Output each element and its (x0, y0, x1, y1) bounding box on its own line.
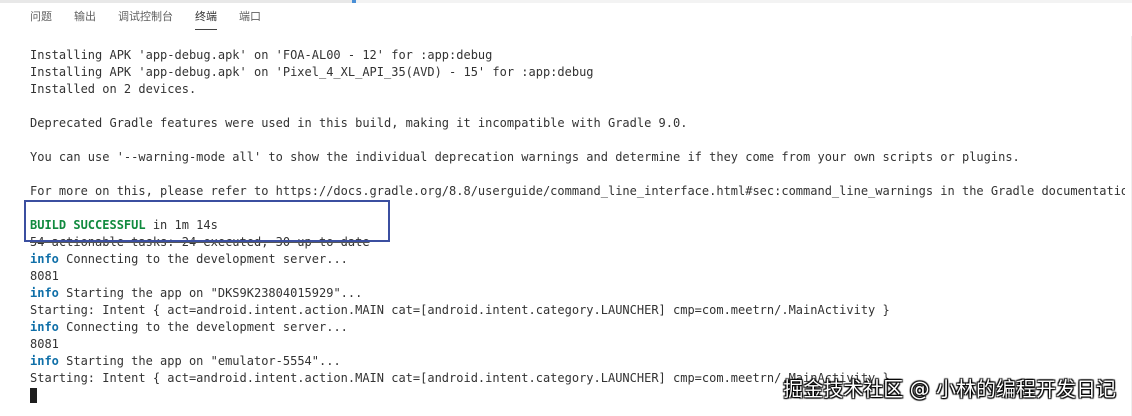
panel-top-border (0, 0, 1132, 3)
panel-tab-bar: 问题 输出 调试控制台 终端 端口 (0, 6, 1132, 34)
watermark: 掘金技术社区 @ 小林的编程开发日记 (783, 377, 1116, 401)
info-tag: info (30, 354, 59, 368)
info-message: Connecting to the development server... (58, 320, 348, 334)
annotation-highlight-box (24, 200, 390, 242)
info-message: Starting the app on "emulator-5554"... (58, 354, 341, 368)
info-tag: info (30, 252, 59, 266)
info-line-starting: info Starting the app on "emulator-5554"… (30, 353, 1125, 370)
sash-marker (352, 0, 356, 3)
info-line-connecting: info Connecting to the development serve… (30, 251, 1125, 268)
terminal-line: Deprecated Gradle features were used in … (30, 116, 688, 130)
port-line: 8081 (30, 337, 59, 351)
info-message: Connecting to the development server... (58, 252, 348, 266)
info-tag: info (30, 286, 59, 300)
info-line-starting: info Starting the app on "DKS9K238040159… (30, 285, 1125, 302)
terminal-line: For more on this, please refer to https:… (30, 184, 1125, 198)
tab-terminal[interactable]: 终端 (195, 6, 217, 30)
terminal-line: Installing APK 'app-debug.apk' on 'Pixel… (30, 65, 594, 79)
tab-problems[interactable]: 问题 (30, 6, 52, 28)
terminal-cursor (30, 388, 37, 403)
tab-ports[interactable]: 端口 (239, 6, 261, 28)
terminal-line: Installed on 2 devices. (30, 82, 197, 96)
info-line-connecting: info Connecting to the development serve… (30, 319, 1125, 336)
info-tag: info (30, 320, 59, 334)
port-line: 8081 (30, 269, 59, 283)
terminal-line: Installing APK 'app-debug.apk' on 'FOA-A… (30, 48, 493, 62)
tab-output[interactable]: 输出 (74, 6, 96, 28)
terminal-line: You can use '--warning-mode all' to show… (30, 150, 1020, 164)
editor-tab-strip (0, 0, 356, 3)
info-message: Starting the app on "DKS9K23804015929"..… (58, 286, 363, 300)
intent-line: Starting: Intent { act=android.intent.ac… (30, 303, 890, 317)
tab-debug-console[interactable]: 调试控制台 (118, 6, 173, 28)
